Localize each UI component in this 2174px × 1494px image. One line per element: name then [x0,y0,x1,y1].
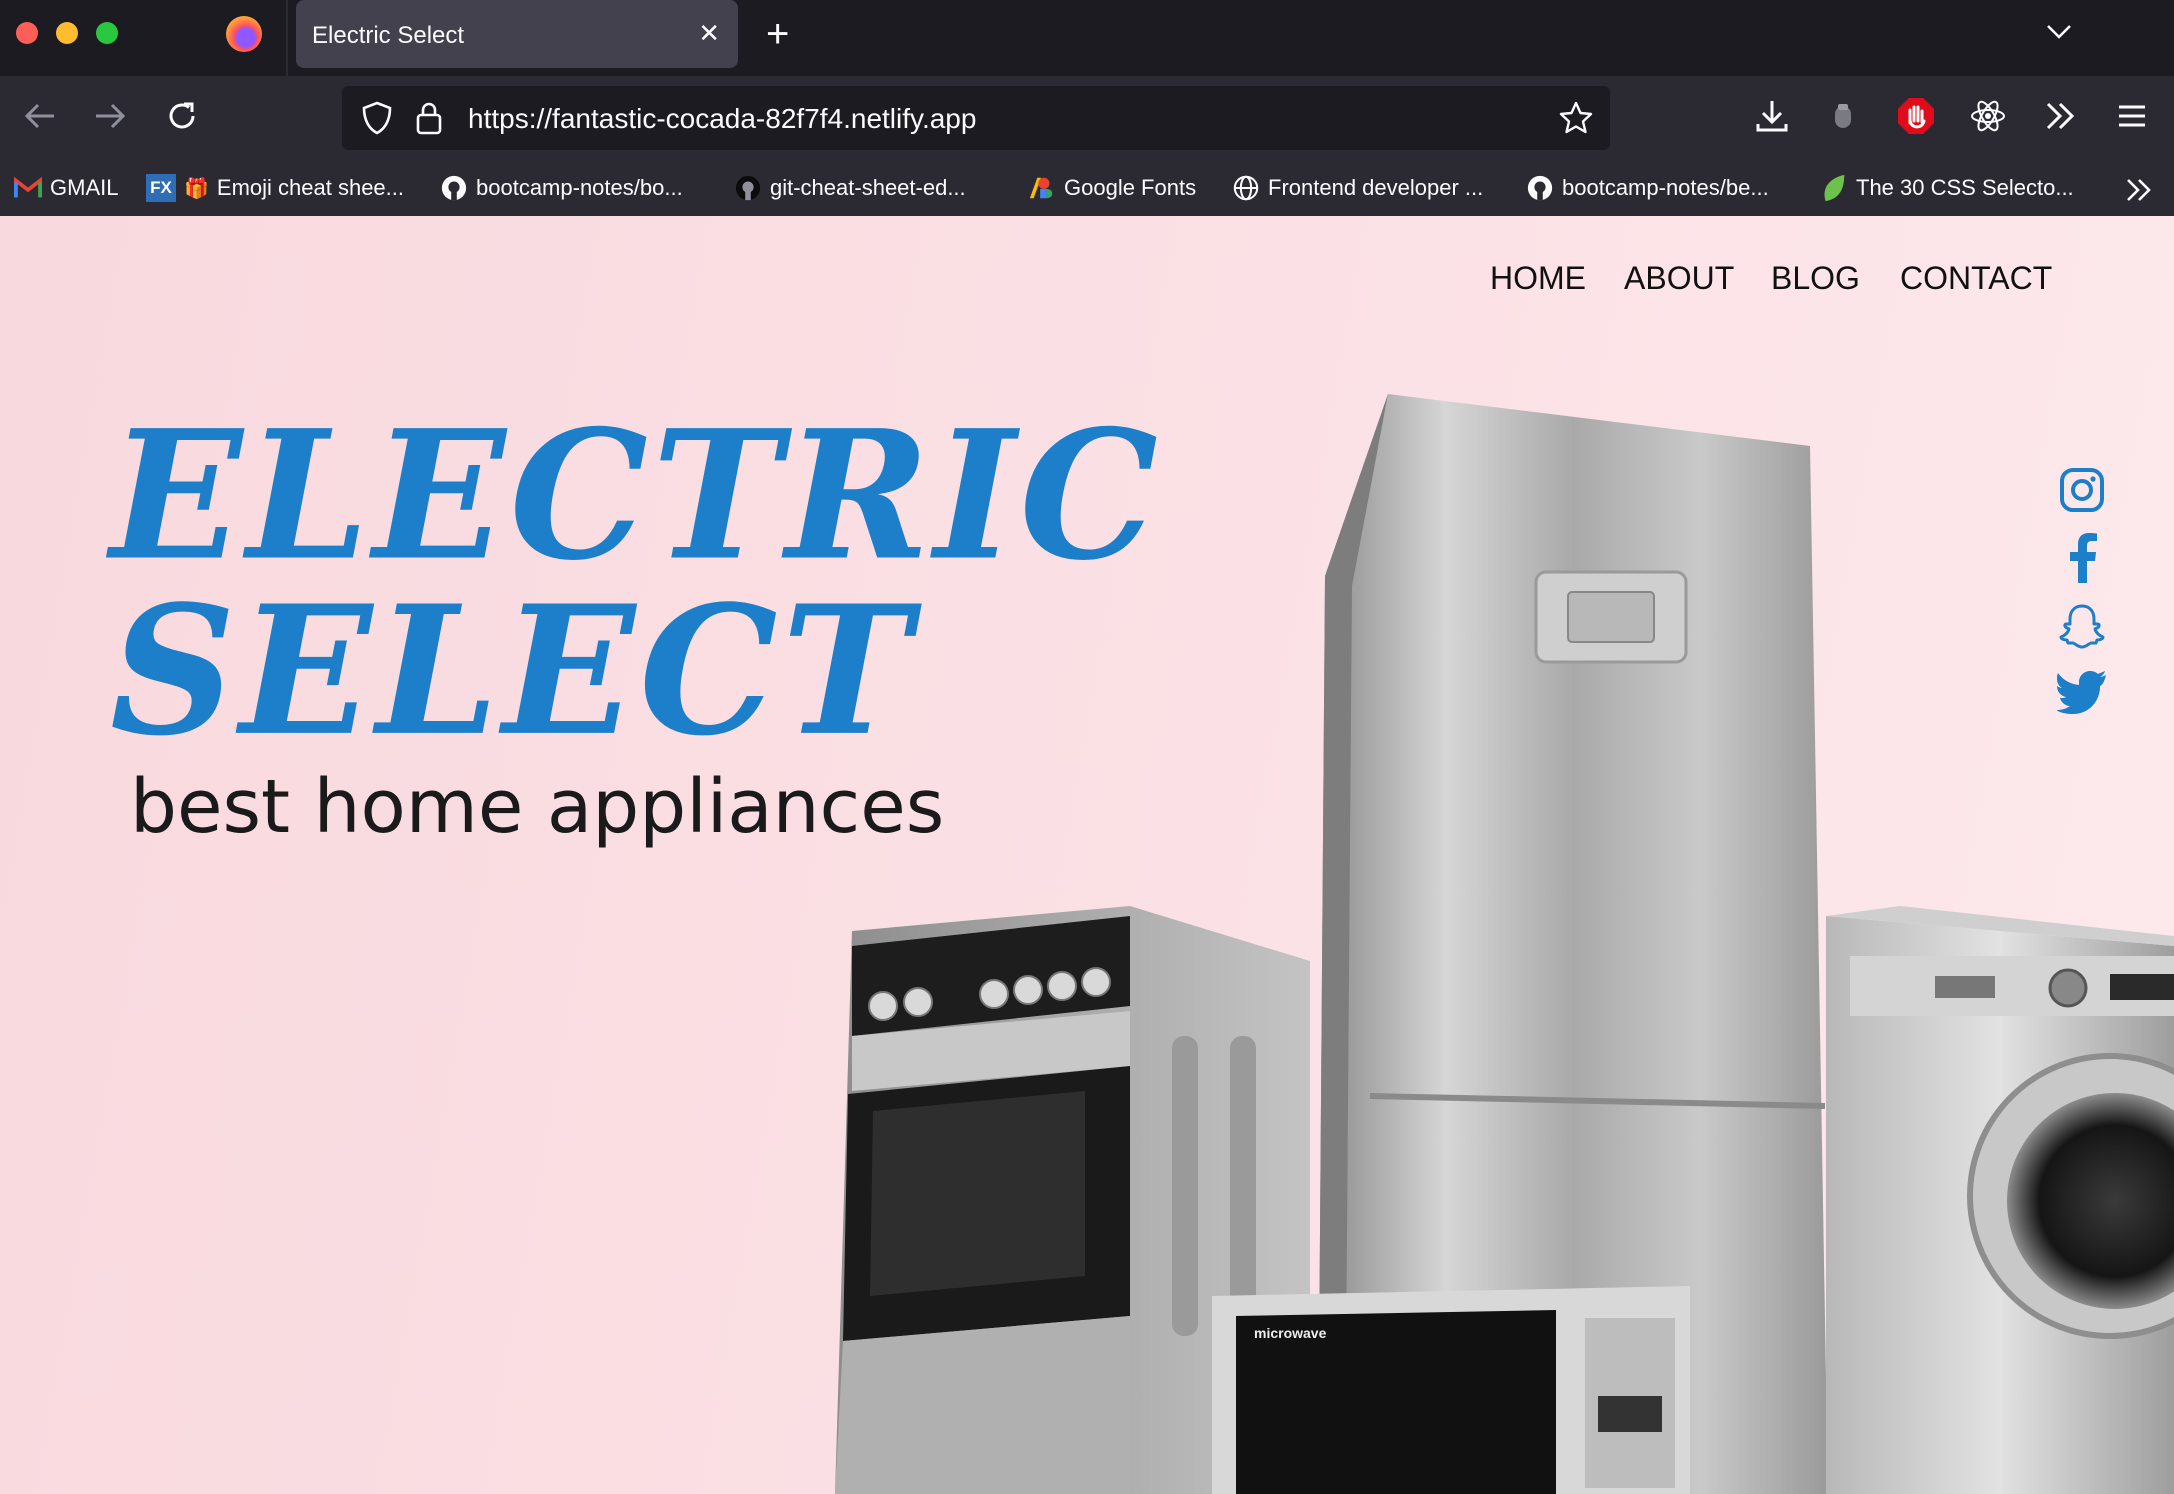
bookmark-bootcamp-notes-1[interactable]: bootcamp-notes/bo... [440,172,683,204]
leaf-icon [1820,174,1848,202]
back-icon[interactable] [20,96,60,136]
bookmark-label: Frontend developer ... [1268,175,1484,200]
bookmark-label: GMAIL [50,175,119,200]
download-icon[interactable] [1752,96,1792,136]
google-fonts-icon [1028,174,1056,202]
bookmark-google-fonts[interactable]: Google Fonts [1028,172,1196,204]
globe-icon [1232,174,1260,202]
nav-about-link[interactable]: ABOUT [1624,260,1734,297]
forward-icon[interactable] [90,96,130,136]
nav-blog-link[interactable]: BLOG [1771,260,1860,297]
nav-home-link[interactable]: HOME [1490,260,1586,297]
bookmarks-overflow-icon[interactable] [2122,174,2156,206]
reload-icon[interactable] [162,96,202,136]
chevron-down-icon[interactable] [2044,16,2074,46]
nav-contact-link[interactable]: CONTACT [1900,260,2052,297]
bookmark-frontend-developer[interactable]: Frontend developer ... [1232,172,1483,204]
twitter-icon[interactable] [2056,666,2108,718]
menu-icon[interactable] [2112,96,2152,136]
hero-tagline: best home appliances [130,764,945,850]
fx-icon: FX [146,174,176,202]
bookmark-label: Emoji cheat shee... [216,175,405,200]
github-icon [734,174,762,202]
bookmark-star-icon[interactable] [1558,100,1594,136]
bookmark-emoji-cheat-sheet[interactable]: FX 🎁 Emoji cheat shee... [146,172,404,204]
tab-bar: Electric Select ✕ + [0,0,2174,76]
tab-electric-select[interactable]: Electric Select ✕ [296,0,738,68]
microwave-label: microwave [1254,1325,1327,1341]
firefox-icon [226,16,262,52]
navigation-toolbar: https://fantastic-cocada-82f7f4.netlify.… [0,76,2174,162]
web-page: microwave HOME ABOUT BLOG CONTACT ELECTR… [0,216,2174,1494]
zoom-window-button[interactable] [96,22,118,44]
facebook-icon[interactable] [2056,532,2108,584]
bookmark-git-cheat-sheet[interactable]: git-cheat-sheet-ed... [734,172,966,204]
adblock-icon[interactable] [1896,96,1936,136]
react-devtools-icon[interactable] [1968,96,2008,136]
bookmarks-toolbar: GMAIL FX 🎁 Emoji cheat shee... bootcamp-… [0,162,2174,217]
lock-icon[interactable] [414,100,444,136]
bookmark-bootcamp-notes-2[interactable]: bootcamp-notes/be... [1526,172,1769,204]
bookmark-label: bootcamp-notes/bo... [476,175,683,200]
tab-separator [286,0,288,76]
bookmark-label: Google Fonts [1064,175,1197,200]
hero-title-line-1: ELECTRIC [110,392,1163,601]
gift-icon: 🎁 [184,177,209,200]
url-text[interactable]: https://fantastic-cocada-82f7f4.netlify.… [468,103,976,135]
bookmark-label: bootcamp-notes/be... [1562,175,1769,200]
shield-icon[interactable] [360,100,394,136]
bookmark-css-selectors[interactable]: The 30 CSS Selecto... [1820,172,2074,204]
github-icon [1526,174,1554,202]
bookmark-label: The 30 CSS Selecto... [1856,175,2074,200]
hero-title: ELECTRIC SELECT [110,392,1163,776]
snapchat-icon[interactable] [2056,600,2108,652]
bookmark-gmail[interactable]: GMAIL [14,172,118,204]
overflow-chevrons-icon[interactable] [2040,96,2080,136]
instagram-icon[interactable] [2056,464,2108,516]
hero-title-line-2: SELECT [110,567,916,776]
minimize-window-button[interactable] [56,22,78,44]
new-tab-button[interactable]: + [766,14,789,54]
close-window-button[interactable] [16,22,38,44]
github-icon [440,174,468,202]
url-bar[interactable]: https://fantastic-cocada-82f7f4.netlify.… [342,86,1610,150]
extension-grey-icon[interactable] [1826,96,1860,136]
close-icon[interactable]: ✕ [698,18,720,48]
bookmark-label: git-cheat-sheet-ed... [770,175,966,200]
gmail-icon [14,174,42,202]
tab-title: Electric Select [312,22,465,49]
